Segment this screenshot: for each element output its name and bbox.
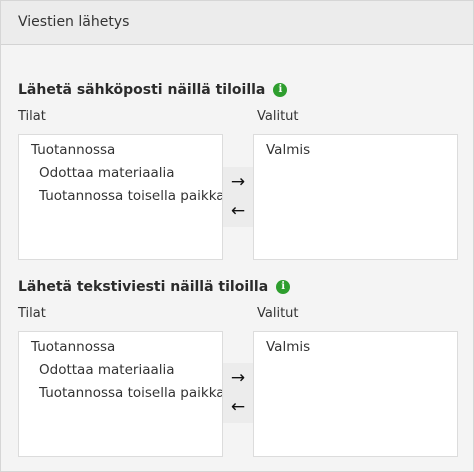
email-selected-label: Valitut: [257, 109, 299, 124]
sms-available-listbox[interactable]: Tuotannossa Odottaa materiaalia Tuotanno…: [18, 331, 223, 457]
message-sending-panel: Viestien lähetys Lähetä sähköposti näill…: [0, 0, 474, 472]
sms-section-title: Lähetä tekstiviesti näillä tiloilla i: [18, 279, 291, 295]
sms-selected-label: Valitut: [257, 306, 299, 321]
info-icon[interactable]: i: [273, 83, 288, 97]
panel-header: Viestien lähetys: [1, 1, 473, 45]
arrow-left-icon: ←: [230, 201, 246, 221]
list-item[interactable]: Tuotannossa toisella paikkakunnalla: [19, 382, 222, 405]
email-available-label: Tilat: [18, 109, 46, 124]
arrow-right-icon: →: [230, 368, 246, 388]
email-section-title: Lähetä sähköposti näillä tiloilla i: [18, 82, 288, 98]
list-item[interactable]: Tuotannossa: [19, 336, 222, 359]
arrow-right-icon: →: [230, 172, 246, 192]
list-item[interactable]: Tuotannossa: [19, 139, 222, 162]
sms-section-title-text: Lähetä tekstiviesti näillä tiloilla: [18, 279, 269, 295]
move-left-button[interactable]: ←: [223, 394, 253, 420]
sms-move-buttons: → ←: [223, 363, 253, 423]
move-right-button[interactable]: →: [223, 169, 253, 195]
arrow-left-icon: ←: [230, 397, 246, 417]
list-item[interactable]: Tuotannossa toisella paikkakunnalla: [19, 185, 222, 208]
list-item[interactable]: Valmis: [254, 336, 457, 359]
list-item[interactable]: Odottaa materiaalia: [19, 359, 222, 382]
info-icon[interactable]: i: [276, 280, 291, 294]
email-section-title-text: Lähetä sähköposti näillä tiloilla: [18, 82, 266, 98]
move-right-button[interactable]: →: [223, 365, 253, 391]
sms-selected-listbox[interactable]: Valmis: [253, 331, 458, 457]
sms-available-label: Tilat: [18, 306, 46, 321]
panel-title: Viestien lähetys: [18, 14, 130, 30]
email-selected-listbox[interactable]: Valmis: [253, 134, 458, 260]
email-available-listbox[interactable]: Tuotannossa Odottaa materiaalia Tuotanno…: [18, 134, 223, 260]
move-left-button[interactable]: ←: [223, 198, 253, 224]
email-move-buttons: → ←: [223, 167, 253, 227]
list-item[interactable]: Valmis: [254, 139, 457, 162]
list-item[interactable]: Odottaa materiaalia: [19, 162, 222, 185]
